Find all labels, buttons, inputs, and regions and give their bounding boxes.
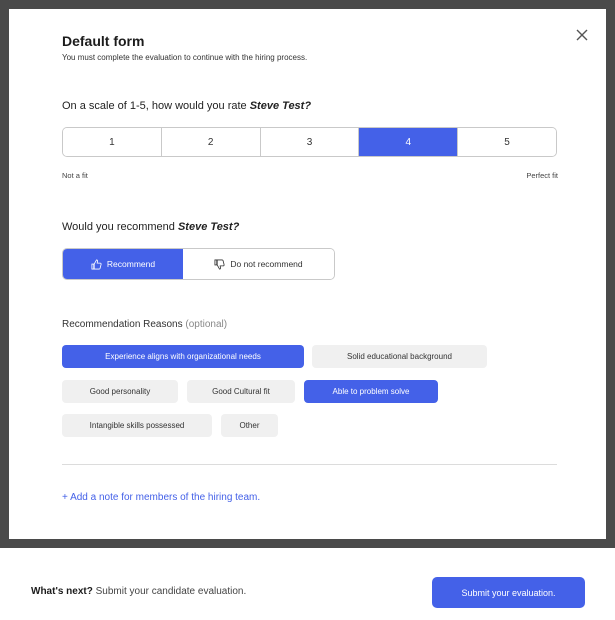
scale-high-label: Perfect fit [526, 171, 558, 180]
modal-subtitle: You must complete the evaluation to cont… [62, 53, 308, 62]
recommend-label: Recommend [106, 259, 156, 269]
rating-question-text: On a scale of 1-5, how would you rate [62, 100, 250, 112]
divider [62, 464, 557, 465]
rating-option-1[interactable]: 1 [63, 128, 162, 156]
thumbs-up-icon [91, 259, 102, 269]
not-recommend-label: Do not recommend [230, 259, 303, 269]
add-note-link[interactable]: + Add a note for members of the hiring t… [62, 492, 260, 503]
recommend-question-text: Would you recommend [62, 221, 178, 233]
rating-option-3[interactable]: 3 [260, 128, 360, 156]
modal-title: Default form [62, 33, 145, 49]
reasons-label: Recommendation Reasons (optional) [62, 319, 227, 330]
rating-candidate-name: Steve Test? [249, 100, 312, 112]
whats-next-heading: What's next? [31, 586, 93, 597]
reason-chip[interactable]: Intangible skills possessed [62, 414, 212, 437]
reason-chip[interactable]: Solid educational background [312, 345, 487, 368]
recommend-candidate-name: Steve Test? [177, 221, 240, 233]
recommend-toggle: Recommend Do not recommend [62, 248, 335, 280]
footer-bar: What's next? Submit your candidate evalu… [0, 548, 615, 620]
rating-option-2[interactable]: 2 [161, 128, 261, 156]
rating-option-4[interactable]: 4 [359, 128, 459, 156]
reasons-optional: (optional) [185, 319, 228, 330]
reason-chip[interactable]: Able to problem solve [304, 380, 438, 403]
recommend-button[interactable]: Recommend [63, 249, 183, 279]
recommend-question: Would you recommend Steve Test? [62, 221, 239, 233]
submit-evaluation-button[interactable]: Submit your evaluation. [432, 577, 585, 608]
thumbs-down-icon [214, 259, 225, 269]
reasons-label-text: Recommendation Reasons [62, 319, 183, 330]
reason-chip[interactable]: Experience aligns with organizational ne… [62, 345, 304, 368]
whats-next-body: Submit your candidate evaluation. [92, 586, 247, 597]
reason-chip[interactable]: Good Cultural fit [187, 380, 295, 403]
rating-option-5[interactable]: 5 [458, 128, 556, 156]
rating-question: On a scale of 1-5, how would you rate St… [62, 100, 311, 112]
not-recommend-button[interactable]: Do not recommend [183, 249, 334, 279]
close-icon[interactable] [574, 27, 590, 43]
whats-next-text: What's next? Submit your candidate evalu… [31, 586, 246, 597]
scale-low-label: Not a fit [62, 171, 88, 180]
reason-chip[interactable]: Other [221, 414, 278, 437]
rating-scale: 1 2 3 4 5 [62, 127, 557, 157]
evaluation-modal: Default form You must complete the evalu… [9, 9, 606, 539]
reason-chip[interactable]: Good personality [62, 380, 178, 403]
